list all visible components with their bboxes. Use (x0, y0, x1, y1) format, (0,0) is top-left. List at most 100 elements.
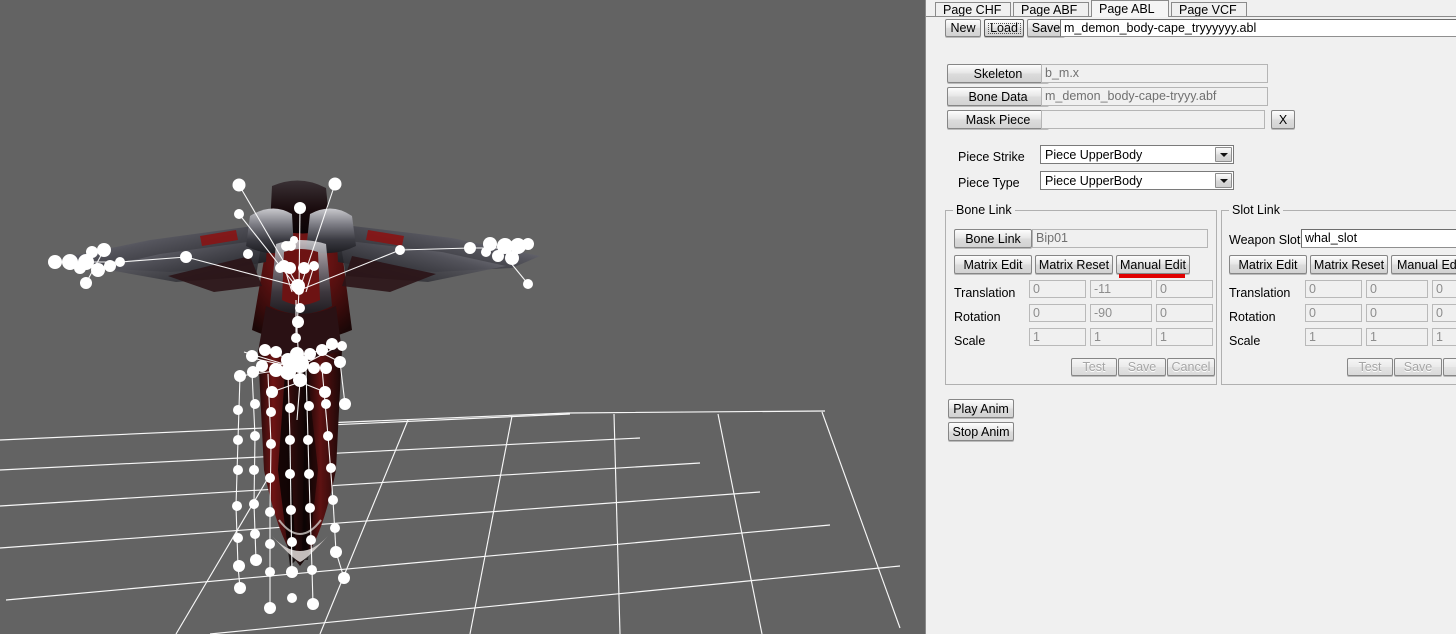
page-tabs: Page CHF Page ABF Page ABL Page VCF (929, 0, 1454, 17)
load-button[interactable]: Load (984, 19, 1024, 37)
filename-field[interactable]: m_demon_body-cape_tryyyyyy.abl (1060, 19, 1456, 37)
mask-piece-clear-label: X (1278, 112, 1288, 127)
load-button-label: Load (990, 21, 1018, 35)
load-button-focus-ring: Load (987, 21, 1021, 35)
slot-rotation-label: Rotation (1229, 310, 1276, 324)
piece-strike-label: Piece Strike (958, 150, 1025, 164)
bone-translation-z[interactable]: 0 (1156, 280, 1213, 298)
filename-value: m_demon_body-cape_tryyyyyy.abl (1064, 20, 1257, 35)
slot-test-button[interactable]: Test (1347, 358, 1393, 376)
tab-label: Page VCF (1179, 3, 1237, 17)
slot-save-label: Save (1403, 360, 1433, 374)
slot-cancel-button[interactable]: C (1443, 358, 1456, 376)
slot-matrix-reset-button[interactable]: Matrix Reset (1310, 255, 1388, 274)
application-window: Page CHF Page ABF Page ABL Page VCF New … (0, 0, 1456, 634)
play-anim-button[interactable]: Play Anim (948, 399, 1014, 418)
chevron-down-icon[interactable] (1215, 147, 1232, 162)
bone-test-button[interactable]: Test (1071, 358, 1117, 376)
slot-rotation-y[interactable]: 0 (1366, 304, 1428, 322)
play-anim-label: Play Anim (953, 401, 1009, 416)
skeleton-path-field[interactable]: b_m.x (1041, 64, 1268, 83)
tool-panel: Page CHF Page ABF Page ABL Page VCF New … (925, 0, 1456, 634)
slot-translation-label: Translation (1229, 286, 1291, 300)
bone-data-path-value: m_demon_body-cape-tryyy.abf (1045, 89, 1217, 104)
slot-rotation-x[interactable]: 0 (1305, 304, 1362, 322)
bone-matrix-edit-button[interactable]: Matrix Edit (954, 255, 1032, 274)
mask-piece-button-label: Mask Piece (965, 112, 1031, 127)
tab-label: Page ABL (1099, 2, 1155, 16)
bone-translation-y[interactable]: -11 (1090, 280, 1152, 298)
bone-manual-edit-highlight (1119, 274, 1185, 278)
bone-link-button[interactable]: Bone Link (954, 229, 1032, 248)
slot-translation-x[interactable]: 0 (1305, 280, 1362, 298)
bone-translation-label: Translation (954, 286, 1016, 300)
bone-link-group-title: Bone Link (953, 204, 1015, 217)
bone-matrix-reset-button[interactable]: Matrix Reset (1035, 255, 1113, 274)
bone-translation-x[interactable]: 0 (1029, 280, 1086, 298)
save-button-label: Save (1031, 21, 1061, 35)
slot-matrix-edit-label: Matrix Edit (1238, 257, 1298, 272)
3d-viewport[interactable] (0, 0, 925, 634)
bone-rotation-label: Rotation (954, 310, 1001, 324)
mask-piece-clear-button[interactable]: X (1271, 110, 1295, 129)
bone-scale-z[interactable]: 1 (1156, 328, 1213, 346)
slot-translation-z[interactable]: 0 (1432, 280, 1456, 298)
slot-link-group-title: Slot Link (1229, 204, 1283, 217)
stop-anim-button[interactable]: Stop Anim (948, 422, 1014, 441)
bone-scale-x[interactable]: 1 (1029, 328, 1086, 346)
tab-page-abl[interactable]: Page ABL (1091, 0, 1169, 17)
bone-link-value: Bip01 (1036, 231, 1068, 246)
slot-manual-edit-button[interactable]: Manual Edit (1391, 255, 1456, 274)
viewport-canvas (0, 177, 901, 634)
bone-scale-y[interactable]: 1 (1090, 328, 1152, 346)
piece-strike-combo[interactable]: Piece UpperBody (1040, 145, 1234, 164)
bone-rotation-x[interactable]: 0 (1029, 304, 1086, 322)
weapon-slot-value: whal_slot (1305, 231, 1358, 246)
slot-matrix-reset-label: Matrix Reset (1313, 257, 1385, 272)
piece-type-combo[interactable]: Piece UpperBody (1040, 171, 1234, 190)
slot-save-button[interactable]: Save (1394, 358, 1442, 376)
chevron-down-icon[interactable] (1215, 173, 1232, 188)
bone-manual-edit-label: Manual Edit (1119, 257, 1186, 272)
mask-piece-button[interactable]: Mask Piece (947, 110, 1049, 129)
bone-matrix-edit-label: Matrix Edit (963, 257, 1023, 272)
tab-page-chf[interactable]: Page CHF (935, 2, 1011, 17)
piece-type-label: Piece Type (958, 176, 1020, 190)
weapon-slot-field[interactable]: whal_slot (1301, 229, 1456, 248)
piece-strike-value: Piece UpperBody (1045, 147, 1143, 162)
slot-scale-y[interactable]: 1 (1366, 328, 1428, 346)
ground-grid (0, 410, 901, 634)
slot-scale-x[interactable]: 1 (1305, 328, 1362, 346)
weapon-slot-label: Weapon Slot (1229, 233, 1301, 247)
skeleton-button-label: Skeleton (973, 66, 1023, 81)
mask-piece-path-field[interactable] (1041, 110, 1265, 129)
bone-data-path-field[interactable]: m_demon_body-cape-tryyy.abf (1041, 87, 1268, 106)
slot-test-label: Test (1358, 360, 1382, 374)
stop-anim-label: Stop Anim (952, 424, 1010, 439)
tab-label: Page ABF (1021, 3, 1078, 17)
tab-page-abf[interactable]: Page ABF (1013, 2, 1089, 17)
tab-label: Page CHF (943, 3, 1002, 17)
bone-data-button[interactable]: Bone Data (947, 87, 1049, 106)
new-button-label: New (950, 21, 976, 35)
new-button[interactable]: New (945, 19, 981, 37)
bone-save-button[interactable]: Save (1118, 358, 1166, 376)
slot-scale-label: Scale (1229, 334, 1261, 348)
piece-type-value: Piece UpperBody (1045, 173, 1143, 188)
bone-scale-label: Scale (954, 334, 986, 348)
bone-save-label: Save (1127, 360, 1157, 374)
slot-matrix-edit-button[interactable]: Matrix Edit (1229, 255, 1307, 274)
bone-link-button-label: Bone Link (965, 231, 1021, 246)
slot-rotation-z[interactable]: 0 (1432, 304, 1456, 322)
bone-cancel-label: Cancel (1171, 360, 1211, 374)
bone-link-field[interactable]: Bip01 (1032, 229, 1208, 248)
bone-manual-edit-button[interactable]: Manual Edit (1116, 255, 1190, 274)
bone-rotation-y[interactable]: -90 (1090, 304, 1152, 322)
tab-page-vcf[interactable]: Page VCF (1171, 2, 1247, 17)
bone-rotation-z[interactable]: 0 (1156, 304, 1213, 322)
slot-translation-y[interactable]: 0 (1366, 280, 1428, 298)
bone-matrix-reset-label: Matrix Reset (1038, 257, 1110, 272)
bone-cancel-button[interactable]: Cancel (1167, 358, 1215, 376)
skeleton-button[interactable]: Skeleton (947, 64, 1049, 83)
slot-scale-z[interactable]: 1 (1432, 328, 1456, 346)
